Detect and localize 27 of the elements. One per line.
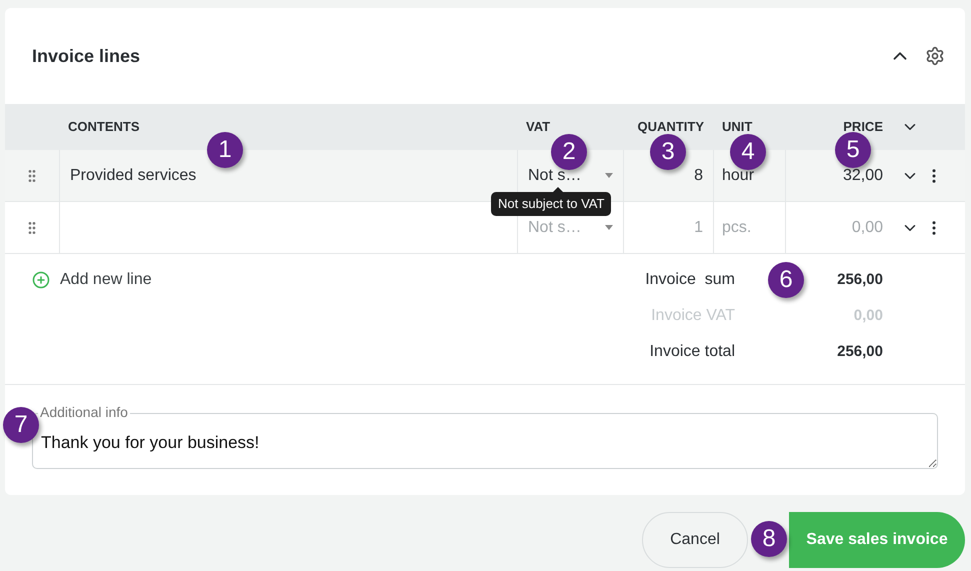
table-cell-text: 1 (694, 218, 703, 238)
column-header: UNIT (722, 119, 752, 134)
cancel-button[interactable]: Cancel (642, 512, 748, 568)
total-value: 256,00 (837, 270, 883, 290)
total-label: Invoice sum (645, 270, 735, 290)
callout-badge: 8 (751, 521, 787, 557)
total-label: Invoice total (650, 342, 735, 362)
table-cell-text: 8 (694, 166, 703, 186)
table-cell-text: Provided services (70, 166, 196, 186)
column-header: VAT (526, 119, 550, 134)
total-value: 0,00 (854, 306, 883, 326)
table-cell-text: pcs. (722, 218, 752, 238)
field-label: Additional info (38, 405, 130, 419)
settings-icon[interactable] (925, 46, 945, 66)
tooltip: Not subject to VAT (491, 187, 612, 216)
column-header: CONTENTS (68, 119, 140, 134)
dropdown-caret-icon (605, 225, 613, 230)
table-cell-text: 0,00 (852, 218, 883, 238)
add-icon (32, 271, 50, 289)
total-label: Invoice VAT (651, 306, 735, 326)
total-value: 256,00 (837, 342, 883, 362)
dropdown-caret-icon (605, 173, 613, 178)
column-header: QUANTITY (638, 119, 704, 134)
section-title: Invoice lines (32, 44, 142, 68)
add-new-line-button[interactable]: Add new line (32, 268, 152, 292)
column-header: PRICE (843, 119, 883, 134)
table-cell-text: 32,00 (842, 166, 883, 186)
